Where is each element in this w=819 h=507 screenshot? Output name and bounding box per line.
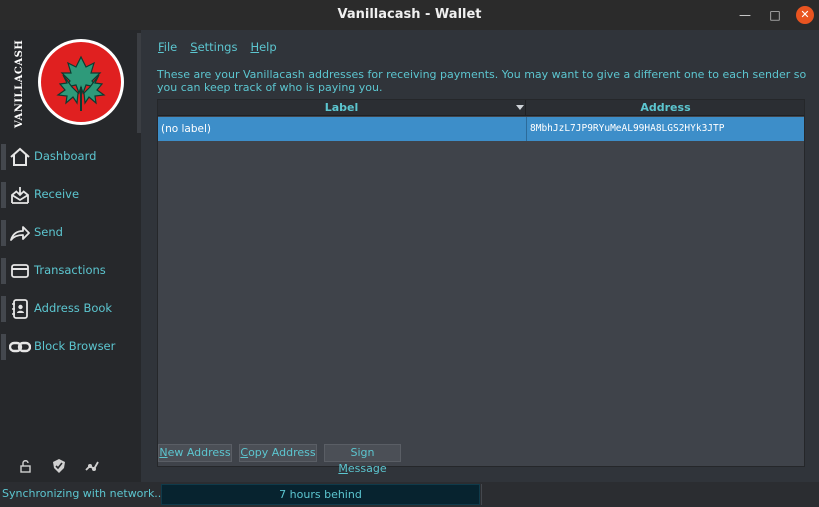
network-icon[interactable] (84, 458, 100, 474)
minimize-icon[interactable]: — (736, 6, 754, 24)
copy-address-button[interactable]: Copy Address (239, 444, 317, 462)
button-text: opy Address (248, 446, 316, 459)
send-arrow-icon (10, 226, 30, 241)
title-bar[interactable]: Vanillacash - Wallet — □ ✕ (0, 0, 819, 30)
menu-settings[interactable]: Settings (190, 40, 237, 56)
sidebar-item-send[interactable]: Send (0, 214, 141, 252)
table-header: Label Address (158, 100, 804, 116)
nav-marker (1, 334, 6, 360)
sign-message-button[interactable]: Sign Message (324, 444, 401, 475)
sidebar-nav: Dashboard Receive Send Transactions Addr (0, 138, 141, 366)
sidebar-item-label: Dashboard (34, 149, 97, 163)
menu-label: ile (163, 40, 178, 54)
sidebar-item-receive[interactable]: Receive (0, 176, 141, 214)
sort-descending-icon (516, 105, 524, 110)
status-bar: Synchronizing with network... 7 hours be… (0, 482, 819, 507)
menu-file[interactable]: File (158, 40, 177, 56)
sidebar-item-label: Block Browser (34, 339, 116, 353)
lock-open-icon[interactable] (18, 458, 34, 474)
nav-marker (1, 220, 6, 246)
new-address-button[interactable]: New Address (158, 444, 232, 462)
wallet-window: Vanillacash - Wallet — □ ✕ VANILLACASH D… (0, 0, 819, 507)
cell-divider (526, 117, 527, 141)
sidebar-item-transactions[interactable]: Transactions (0, 252, 141, 290)
nav-marker (1, 296, 6, 322)
sidebar-item-label: Address Book (34, 301, 113, 315)
progress-text: 7 hours behind (279, 488, 362, 501)
inbox-icon (11, 187, 29, 204)
sidebar-item-dashboard[interactable]: Dashboard (0, 138, 141, 176)
status-divider (481, 484, 482, 505)
close-icon[interactable]: ✕ (796, 6, 814, 24)
menu-label: ettings (197, 40, 238, 54)
row-label: (no label) (161, 123, 212, 135)
button-text: Sign (350, 446, 375, 459)
sidebar: VANILLACASH Dashboard Receive Send Trans… (0, 30, 141, 482)
status-tray (18, 458, 108, 474)
nav-marker (1, 144, 6, 170)
brand-logo-area: VANILLACASH (6, 33, 141, 133)
sidebar-item-address-book[interactable]: Address Book (0, 290, 141, 328)
table-row[interactable]: (no label) 8MbhJzL7JP9RYuMeAL99HA8LGS2HY… (158, 117, 804, 141)
menu-help[interactable]: Help (250, 40, 276, 56)
button-mnemonic: N (159, 446, 168, 459)
home-icon (10, 147, 30, 166)
button-mnemonic: M (338, 462, 348, 475)
menu-mnemonic: H (250, 40, 260, 54)
button-mnemonic: C (240, 446, 249, 459)
nav-marker (1, 182, 6, 208)
sidebar-item-label: Send (34, 225, 63, 239)
maple-leaf-logo (38, 39, 124, 125)
column-header-label[interactable]: Label (158, 100, 526, 116)
address-table[interactable]: Label Address (no label) 8MbhJzL7JP9RYuM… (157, 99, 805, 467)
column-header-address[interactable]: Address (527, 100, 804, 116)
sync-progress-bar: 7 hours behind (161, 484, 480, 505)
menu-bar: File Settings Help (158, 40, 290, 56)
sidebar-item-label: Receive (34, 187, 80, 201)
nav-marker (1, 258, 6, 284)
button-text: ew Address (167, 446, 231, 459)
sidebar-item-label: Transactions (34, 263, 106, 277)
chain-link-icon (9, 341, 31, 353)
card-icon (11, 264, 29, 278)
sync-status-text: Synchronizing with network... (2, 487, 165, 500)
menu-mnemonic: S (190, 40, 198, 54)
window-title: Vanillacash - Wallet (337, 7, 482, 22)
info-text: These are your Vanillacash addresses for… (157, 68, 807, 94)
row-address: 8MbhJzL7JP9RYuMeAL99HA8LGS2HYk3JTP (530, 123, 725, 134)
maximize-icon[interactable]: □ (766, 6, 784, 24)
receive-page: File Settings Help These are your Vanill… (141, 30, 819, 482)
menu-label: elp (259, 40, 277, 54)
button-text: essage (347, 462, 387, 475)
address-book-icon (12, 299, 28, 319)
sidebar-item-block-browser[interactable]: Block Browser (0, 328, 141, 366)
brand-logo-text: VANILLACASH (14, 39, 25, 129)
shield-check-icon[interactable] (51, 458, 67, 474)
